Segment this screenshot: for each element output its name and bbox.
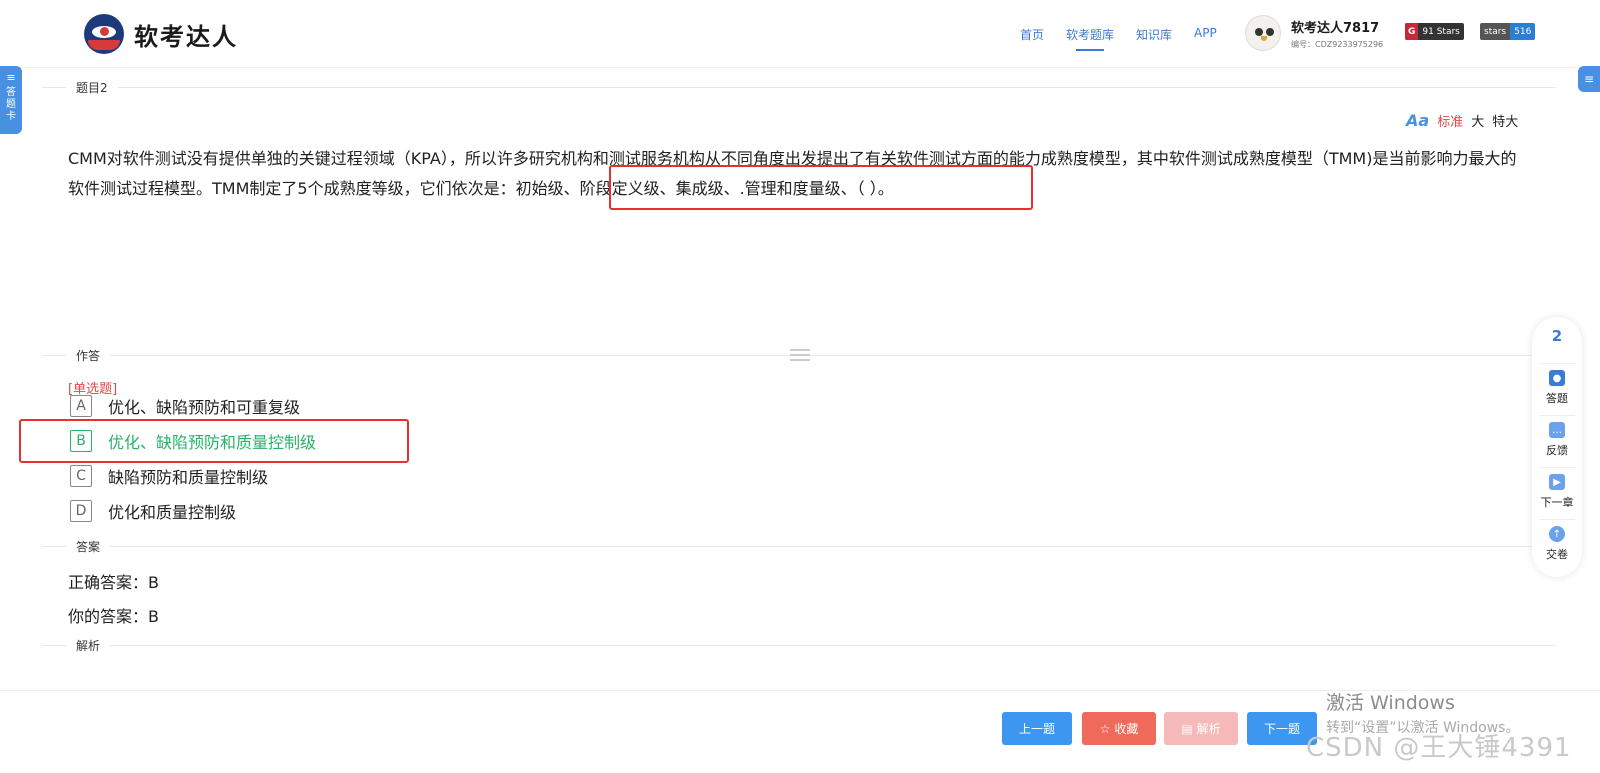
user-menu[interactable]: 软考达人7817 编号：CDZ9233975296: [1245, 15, 1383, 51]
section-label-question: 题目2: [66, 79, 118, 96]
csdn-watermark: CSDN @王大锤4391: [1306, 733, 1572, 763]
divider: [42, 546, 1556, 547]
nav-home[interactable]: 首页: [1020, 26, 1044, 49]
option-c[interactable]: C 缺陷预防和质量控制级: [70, 464, 268, 488]
answer-card-tab[interactable]: ≡ 答 题 卡: [0, 66, 22, 134]
your-answer: 你的答案：B: [68, 607, 159, 626]
highlight-box: [19, 419, 409, 463]
answer-card-icon: ●: [1549, 370, 1565, 386]
nav-question-bank[interactable]: 软考题库: [1066, 26, 1114, 51]
section-label-result: 答案: [66, 538, 111, 555]
menu-icon: ≡: [1583, 72, 1595, 86]
submit-button[interactable]: ↑ 交卷: [1539, 519, 1575, 563]
font-size-icon: Aa: [1406, 111, 1430, 130]
nav-app[interactable]: APP: [1194, 26, 1217, 49]
user-name: 软考达人7817: [1291, 20, 1380, 36]
gitee-stars-badge[interactable]: G 91 Stars: [1405, 23, 1464, 40]
option-d[interactable]: D 优化和质量控制级: [70, 499, 236, 523]
site-logo[interactable]: 软考达人: [84, 14, 238, 54]
answer-card-button[interactable]: ● 答题: [1539, 363, 1575, 407]
font-size-standard[interactable]: 标准: [1437, 111, 1463, 130]
logo-icon: [84, 14, 124, 54]
highlight-box: [609, 165, 1033, 210]
arrow-up-icon: ↑: [1549, 526, 1565, 542]
divider: [42, 645, 1556, 646]
github-stars-label: stars: [1480, 23, 1511, 40]
font-size-large[interactable]: 大: [1471, 111, 1484, 130]
gitee-icon: G: [1405, 23, 1419, 40]
github-stars-count: 516: [1510, 23, 1536, 40]
logo-text: 软考达人: [134, 22, 238, 51]
right-menu-toggle[interactable]: ≡: [1578, 66, 1600, 92]
github-stars-badge[interactable]: stars 516: [1480, 23, 1536, 40]
menu-icon: ≡: [6, 71, 16, 84]
chat-icon: …: [1549, 422, 1565, 438]
font-size-switcher: Aa 标准 大 特大: [1406, 111, 1518, 130]
right-tool-panel: 2 ● 答题 … 反馈 ▶ 下一章 ↑ 交卷: [1532, 317, 1582, 577]
avatar[interactable]: [1245, 15, 1281, 51]
star-icon: ☆: [1099, 721, 1111, 736]
feedback-button[interactable]: … 反馈: [1539, 415, 1575, 459]
main-nav: 首页 软考题库 知识库 APP: [1020, 26, 1217, 51]
font-size-xlarge[interactable]: 特大: [1492, 111, 1518, 130]
section-label-analysis: 解析: [66, 637, 111, 654]
divider: [42, 87, 1556, 88]
next-chapter-button[interactable]: ▶ 下一章: [1539, 467, 1575, 511]
correct-answer: 正确答案：B: [68, 573, 159, 592]
resize-handle[interactable]: [790, 349, 810, 361]
analysis-button[interactable]: ▤ 解析: [1164, 712, 1238, 745]
gitee-stars-text: 91 Stars: [1422, 26, 1460, 37]
document-icon: ▤: [1181, 721, 1193, 736]
option-a[interactable]: A 优化、缺陷预防和可重复级: [70, 394, 300, 418]
favorite-button[interactable]: ☆ 收藏: [1082, 712, 1156, 745]
skip-next-icon: ▶: [1549, 474, 1565, 490]
section-label-answer: 作答: [66, 347, 111, 364]
nav-knowledge-base[interactable]: 知识库: [1136, 26, 1172, 49]
user-id: 编号：CDZ9233975296: [1291, 39, 1384, 49]
current-question-number: 2: [1551, 327, 1563, 345]
top-bar: 软考达人 首页 软考题库 知识库 APP 软考达人7817 编号：CDZ9233…: [0, 0, 1600, 68]
prev-question-button[interactable]: 上一题: [1002, 712, 1072, 745]
